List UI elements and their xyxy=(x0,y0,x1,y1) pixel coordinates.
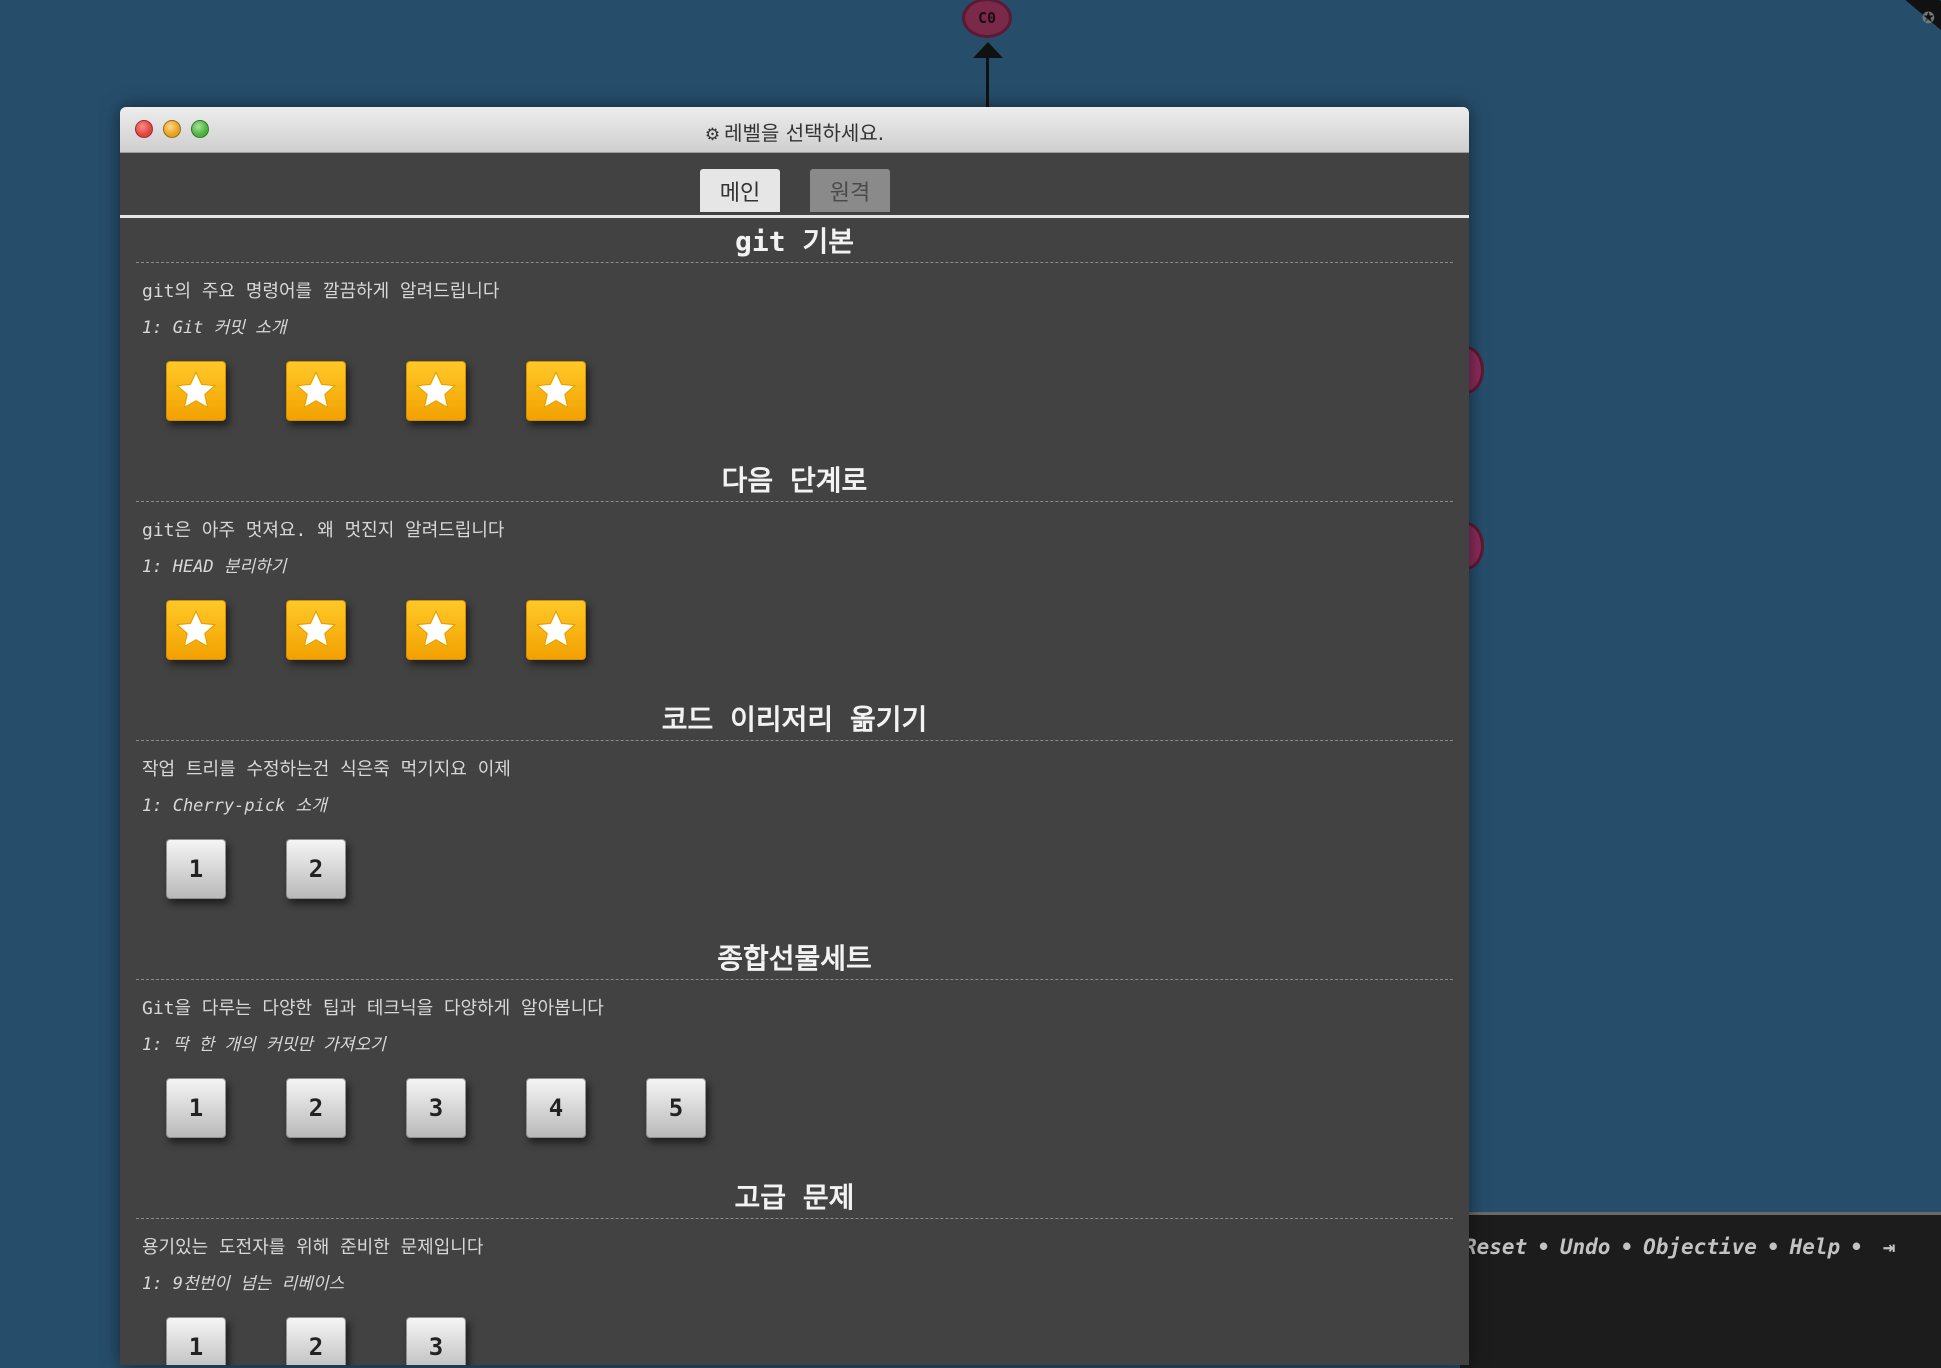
sequence-description: git은 아주 멋져요. 왜 멋진지 알려드립니다 xyxy=(142,520,505,541)
level-button[interactable]: 3 xyxy=(406,1317,466,1365)
sequence-title: 코드 이리저리 옮기기 xyxy=(136,696,1453,741)
sequence-block: git 기본 git의 주요 명령어를 깔끔하게 알려드립니다 1: Git 커밋 … xyxy=(136,218,1453,457)
gear-icon: ⚙ xyxy=(704,125,721,145)
level-button[interactable]: 1 xyxy=(166,839,226,899)
level-button[interactable]: 2 xyxy=(286,1317,346,1365)
sequence-title: git 기본 xyxy=(136,218,1453,263)
star-icon xyxy=(535,609,577,648)
tab-remote[interactable]: 원격 xyxy=(810,169,890,212)
sequence-block: 다음 단계로 git은 아주 멋져요. 왜 멋진지 알려드립니다 1: HEAD 분… xyxy=(136,457,1453,696)
undo-link[interactable]: Undo xyxy=(1560,1235,1611,1259)
star-icon xyxy=(535,370,577,409)
level-button[interactable]: 2 xyxy=(286,1078,346,1138)
commit-label: C0 xyxy=(977,9,997,27)
commit-edge xyxy=(986,52,989,107)
level-button-completed[interactable] xyxy=(166,361,226,421)
level-buttons xyxy=(136,361,1453,457)
level-name: 1: Cherry-pick 소개 xyxy=(142,796,327,816)
window-title: ⚙ 레벨을 선택하세요. xyxy=(120,117,1469,146)
level-name: 1: 9천번이 넘는 리베이스 xyxy=(142,1274,345,1294)
level-name: 1: HEAD 분리하기 xyxy=(142,557,287,577)
level-buttons: 12 xyxy=(136,839,1453,935)
level-button-completed[interactable] xyxy=(526,600,586,660)
level-buttons: 1 2 3 xyxy=(136,1317,1453,1365)
command-toolbar: Reset • Undo • Objective • Help • ⇥ xyxy=(1460,1212,1941,1368)
level-button[interactable]: 3 xyxy=(406,1078,466,1138)
commit-node-c0: C0 xyxy=(962,0,1012,38)
github-icon: ✪ xyxy=(1921,4,1935,29)
sequence-description: 용기있는 도전자를 위해 준비한 문제입니다 xyxy=(142,1237,484,1258)
reset-link[interactable]: Reset xyxy=(1464,1235,1527,1259)
level-name: 1: 딱 한 개의 커밋만 가져오기 xyxy=(142,1035,386,1055)
star-icon xyxy=(415,609,457,648)
level-button-completed[interactable] xyxy=(406,600,466,660)
sequence-block: 고급 문제용기있는 도전자를 위해 준비한 문제입니다 1: 9천번이 넘는 리베… xyxy=(136,1174,1453,1365)
level-button-completed[interactable] xyxy=(286,361,346,421)
level-button[interactable]: 5 xyxy=(646,1078,706,1138)
exit-icon[interactable]: ⇥ xyxy=(1883,1235,1896,1259)
level-button-completed[interactable] xyxy=(406,361,466,421)
sequence-title: 고급 문제 xyxy=(136,1174,1453,1219)
star-icon xyxy=(295,609,337,648)
sequence-title: 다음 단계로 xyxy=(136,457,1453,502)
level-button-completed[interactable] xyxy=(286,600,346,660)
help-link[interactable]: Help xyxy=(1790,1235,1841,1259)
corner-ribbon[interactable]: ✪ xyxy=(1881,0,1941,50)
level-button[interactable]: 1 xyxy=(166,1317,226,1365)
objective-link[interactable]: Objective xyxy=(1643,1235,1757,1259)
sequence-description: Git을 다루는 다양한 팁과 테크닉을 다양하게 알아봅니다 xyxy=(142,998,604,1019)
sequence-description: git의 주요 명령어를 깔끔하게 알려드립니다 xyxy=(142,281,500,302)
star-icon xyxy=(415,370,457,409)
window-titlebar: ⚙ 레벨을 선택하세요. xyxy=(120,107,1469,153)
sequence-block: 코드 이리저리 옮기기작업 트리를 수정하는건 식은죽 먹기지요 이제 1: Ch… xyxy=(136,696,1453,935)
tab-main[interactable]: 메인 xyxy=(700,169,780,212)
level-select-window: ⚙ 레벨을 선택하세요. 메인 원격 git 기본 git의 주요 명령어를 깔끔하… xyxy=(120,107,1469,1365)
level-button[interactable]: 4 xyxy=(526,1078,586,1138)
level-button-completed[interactable] xyxy=(166,600,226,660)
level-buttons: 12345 xyxy=(136,1078,1453,1174)
window-title-text: 레벨을 선택하세요. xyxy=(724,121,885,145)
tab-bar: 메인 원격 xyxy=(120,153,1469,218)
star-icon xyxy=(295,370,337,409)
level-button[interactable]: 2 xyxy=(286,839,346,899)
level-button-completed[interactable] xyxy=(526,361,586,421)
sequence-list: git 기본 git의 주요 명령어를 깔끔하게 알려드립니다 1: Git 커밋 … xyxy=(120,218,1469,1365)
level-name: 1: Git 커밋 소개 xyxy=(142,318,287,338)
sequence-title: 종합선물세트 xyxy=(136,935,1453,980)
sequence-block: 종합선물세트 Git을 다루는 다양한 팁과 테크닉을 다양하게 알아봅니다 1: … xyxy=(136,935,1453,1174)
level-buttons xyxy=(136,600,1453,696)
star-icon xyxy=(175,370,217,409)
sequence-description: 작업 트리를 수정하는건 식은죽 먹기지요 이제 xyxy=(142,759,511,780)
level-button[interactable]: 1 xyxy=(166,1078,226,1138)
star-icon xyxy=(175,609,217,648)
